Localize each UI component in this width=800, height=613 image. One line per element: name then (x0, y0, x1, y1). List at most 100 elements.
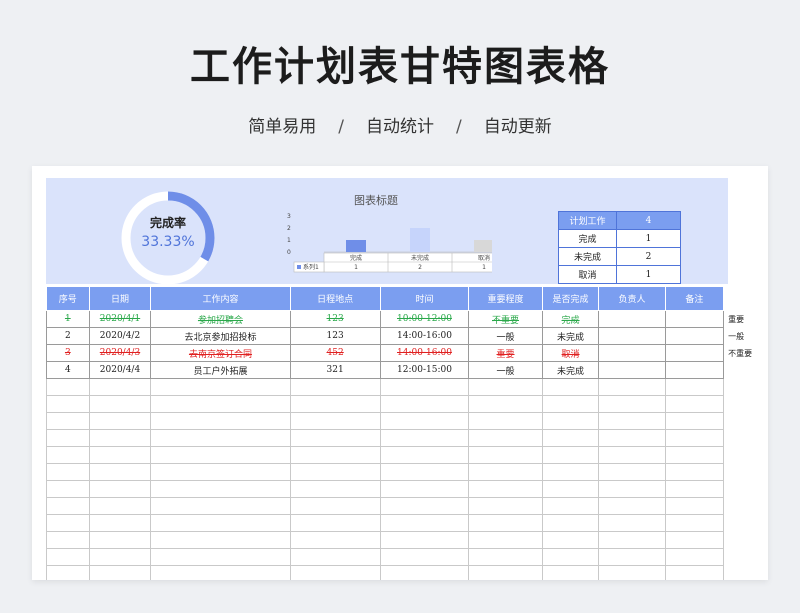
empty-row[interactable] (46, 548, 768, 566)
empty-cell[interactable] (541, 429, 600, 447)
cell-done[interactable]: 完成 (541, 310, 600, 328)
cell-date[interactable]: 2020/4/3 (88, 344, 152, 362)
empty-cell[interactable] (379, 497, 470, 515)
cell-time[interactable]: 10:00-12:00 (379, 310, 470, 328)
empty-cell[interactable] (379, 429, 470, 447)
empty-cell[interactable] (88, 531, 152, 549)
empty-cell[interactable] (664, 565, 725, 580)
empty-cell[interactable] (150, 497, 291, 515)
empty-cell[interactable] (468, 480, 543, 498)
empty-cell[interactable] (664, 378, 725, 396)
empty-row[interactable] (46, 412, 768, 430)
empty-cell[interactable] (379, 514, 470, 532)
empty-cell[interactable] (88, 429, 152, 447)
empty-cell[interactable] (541, 395, 600, 413)
empty-cell[interactable] (664, 548, 725, 566)
empty-cell[interactable] (468, 395, 543, 413)
empty-cell[interactable] (598, 548, 666, 566)
cell-done[interactable]: 未完成 (541, 361, 600, 379)
table-row[interactable]: 2 2020/4/2 去北京参加招投标 123 14:00-16:00 一般 未完成 一般 (46, 327, 768, 345)
cell-done[interactable]: 取消 (541, 344, 600, 362)
empty-cell[interactable] (46, 378, 90, 396)
empty-cell[interactable] (46, 514, 90, 532)
empty-cell[interactable] (88, 412, 152, 430)
empty-cell[interactable] (46, 480, 90, 498)
empty-cell[interactable] (88, 446, 152, 464)
empty-cell[interactable] (46, 446, 90, 464)
empty-cell[interactable] (46, 412, 90, 430)
empty-row[interactable] (46, 463, 768, 481)
empty-cell[interactable] (379, 531, 470, 549)
empty-cell[interactable] (88, 480, 152, 498)
cell-task[interactable]: 参加招聘会 (150, 310, 291, 328)
empty-cell[interactable] (664, 429, 725, 447)
cell-task[interactable]: 去南京签订合同 (150, 344, 291, 362)
empty-cell[interactable] (598, 446, 666, 464)
empty-cell[interactable] (289, 412, 381, 430)
empty-cell[interactable] (541, 565, 600, 580)
empty-cell[interactable] (289, 480, 381, 498)
empty-row[interactable] (46, 514, 768, 532)
empty-cell[interactable] (664, 412, 725, 430)
cell-owner[interactable] (598, 361, 666, 379)
cell-remark[interactable] (664, 310, 725, 328)
cell-index[interactable]: 3 (46, 344, 90, 362)
empty-cell[interactable] (289, 514, 381, 532)
empty-row[interactable] (46, 446, 768, 464)
empty-cell[interactable] (468, 429, 543, 447)
empty-cell[interactable] (598, 514, 666, 532)
cell-priority[interactable]: 不重要 (468, 310, 543, 328)
cell-index[interactable]: 1 (46, 310, 90, 328)
empty-cell[interactable] (46, 497, 90, 515)
empty-cell[interactable] (468, 497, 543, 515)
empty-cell[interactable] (289, 497, 381, 515)
cell-location[interactable]: 123 (289, 327, 381, 345)
cell-priority[interactable]: 一般 (468, 327, 543, 345)
empty-cell[interactable] (468, 446, 543, 464)
empty-cell[interactable] (598, 497, 666, 515)
empty-cell[interactable] (88, 497, 152, 515)
cell-remark[interactable] (664, 327, 725, 345)
empty-cell[interactable] (289, 463, 381, 481)
empty-cell[interactable] (150, 446, 291, 464)
empty-row[interactable] (46, 565, 768, 580)
empty-row[interactable] (46, 480, 768, 498)
empty-cell[interactable] (289, 446, 381, 464)
empty-cell[interactable] (541, 480, 600, 498)
empty-row[interactable] (46, 531, 768, 549)
empty-cell[interactable] (468, 514, 543, 532)
empty-cell[interactable] (468, 548, 543, 566)
cell-date[interactable]: 2020/4/2 (88, 327, 152, 345)
empty-cell[interactable] (150, 480, 291, 498)
empty-cell[interactable] (379, 395, 470, 413)
empty-cell[interactable] (88, 463, 152, 481)
empty-cell[interactable] (46, 548, 90, 566)
empty-cell[interactable] (88, 378, 152, 396)
empty-cell[interactable] (150, 548, 291, 566)
empty-cell[interactable] (541, 446, 600, 464)
empty-cell[interactable] (88, 514, 152, 532)
cell-location[interactable]: 123 (289, 310, 381, 328)
empty-cell[interactable] (46, 565, 90, 580)
empty-cell[interactable] (289, 531, 381, 549)
empty-cell[interactable] (664, 463, 725, 481)
empty-cell[interactable] (150, 395, 291, 413)
empty-cell[interactable] (598, 565, 666, 580)
empty-cell[interactable] (541, 412, 600, 430)
empty-cell[interactable] (468, 463, 543, 481)
empty-cell[interactable] (46, 429, 90, 447)
empty-cell[interactable] (379, 565, 470, 580)
cell-location[interactable]: 321 (289, 361, 381, 379)
cell-index[interactable]: 2 (46, 327, 90, 345)
empty-cell[interactable] (88, 395, 152, 413)
empty-row[interactable] (46, 378, 768, 396)
empty-cell[interactable] (379, 463, 470, 481)
empty-cell[interactable] (379, 378, 470, 396)
empty-cell[interactable] (379, 548, 470, 566)
empty-cell[interactable] (664, 446, 725, 464)
empty-cell[interactable] (541, 378, 600, 396)
empty-cell[interactable] (598, 463, 666, 481)
cell-task[interactable]: 员工户外拓展 (150, 361, 291, 379)
empty-cell[interactable] (150, 531, 291, 549)
empty-cell[interactable] (150, 378, 291, 396)
